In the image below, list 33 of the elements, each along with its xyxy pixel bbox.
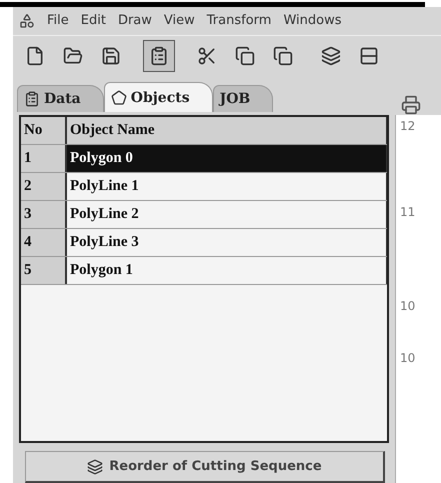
polygon-icon [110, 90, 127, 106]
table-cell: 2 [21, 173, 67, 200]
properties-icon[interactable] [143, 40, 175, 72]
table-cell[interactable]: Polygon 0 [67, 145, 387, 172]
tab[interactable]: JOB [212, 85, 274, 112]
menu-item[interactable]: File [47, 13, 69, 28]
table-cell: 4 [21, 229, 67, 256]
table-cell: 3 [21, 201, 67, 228]
menu-item[interactable]: Windows [283, 13, 342, 28]
menu-item[interactable]: Edit [80, 13, 106, 28]
drawing-canvas[interactable]: 12 11 10 10 [395, 115, 441, 483]
menu-item[interactable]: Draw [118, 13, 152, 28]
table-cell[interactable]: Polygon 1 [67, 257, 387, 284]
ruler-label: 10 [400, 299, 416, 313]
table-cell[interactable]: PolyLine 3 [67, 229, 387, 256]
ruler-label: 11 [400, 205, 416, 219]
column-header[interactable]: Object Name [67, 117, 387, 144]
printer-icon[interactable] [401, 95, 421, 115]
properties-icon [24, 91, 40, 107]
table-cell[interactable]: PolyLine 2 [67, 201, 387, 228]
ruler-label: 12 [400, 119, 416, 133]
ruler-label: 10 [400, 351, 416, 365]
column-header[interactable]: No [21, 117, 67, 144]
layers-icon [87, 458, 104, 474]
menu-item[interactable]: Transform [206, 13, 272, 28]
tab[interactable]: Objects [104, 82, 213, 112]
app-logo-icon [19, 12, 35, 29]
table-cell: 5 [21, 257, 67, 284]
reorder-button[interactable]: Reorder of Cutting Sequence [25, 451, 385, 483]
tab[interactable]: Data [17, 85, 104, 112]
menu-item[interactable]: View [164, 13, 195, 28]
table-cell: 1 [21, 145, 67, 172]
table-cell[interactable]: PolyLine 1 [67, 173, 387, 200]
